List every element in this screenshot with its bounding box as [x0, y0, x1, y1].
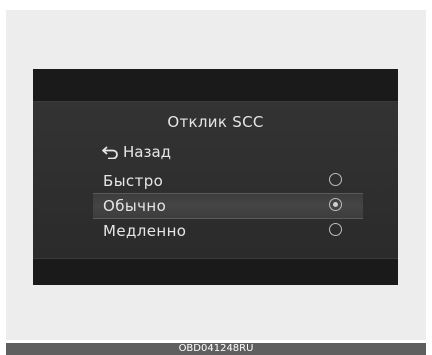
- radio-button-icon[interactable]: [329, 198, 342, 211]
- page-title: Отклик SCC: [167, 113, 264, 131]
- back-label: Назад: [123, 143, 172, 161]
- top-status-bar: [33, 69, 398, 102]
- figure-caption: OBD041248RU: [6, 343, 426, 355]
- back-button[interactable]: Назад: [102, 142, 171, 162]
- radio-button-icon[interactable]: [329, 223, 342, 236]
- radio-dot-icon: [332, 201, 338, 207]
- bottom-status-bar: [33, 258, 398, 285]
- option-label: Обычно: [103, 197, 167, 215]
- option-normal[interactable]: Обычно: [93, 193, 363, 219]
- return-arrow-icon: [102, 146, 118, 159]
- cluster-display: Отклик SCC Назад Быстро Обычно Медленно: [33, 69, 398, 285]
- option-fast[interactable]: Быстро: [93, 169, 363, 193]
- option-label: Медленно: [103, 222, 187, 240]
- option-slow[interactable]: Медленно: [93, 219, 363, 243]
- settings-panel: Отклик SCC Назад Быстро Обычно Медленно: [33, 102, 398, 257]
- radio-button-icon[interactable]: [329, 173, 342, 186]
- option-label: Быстро: [103, 172, 164, 190]
